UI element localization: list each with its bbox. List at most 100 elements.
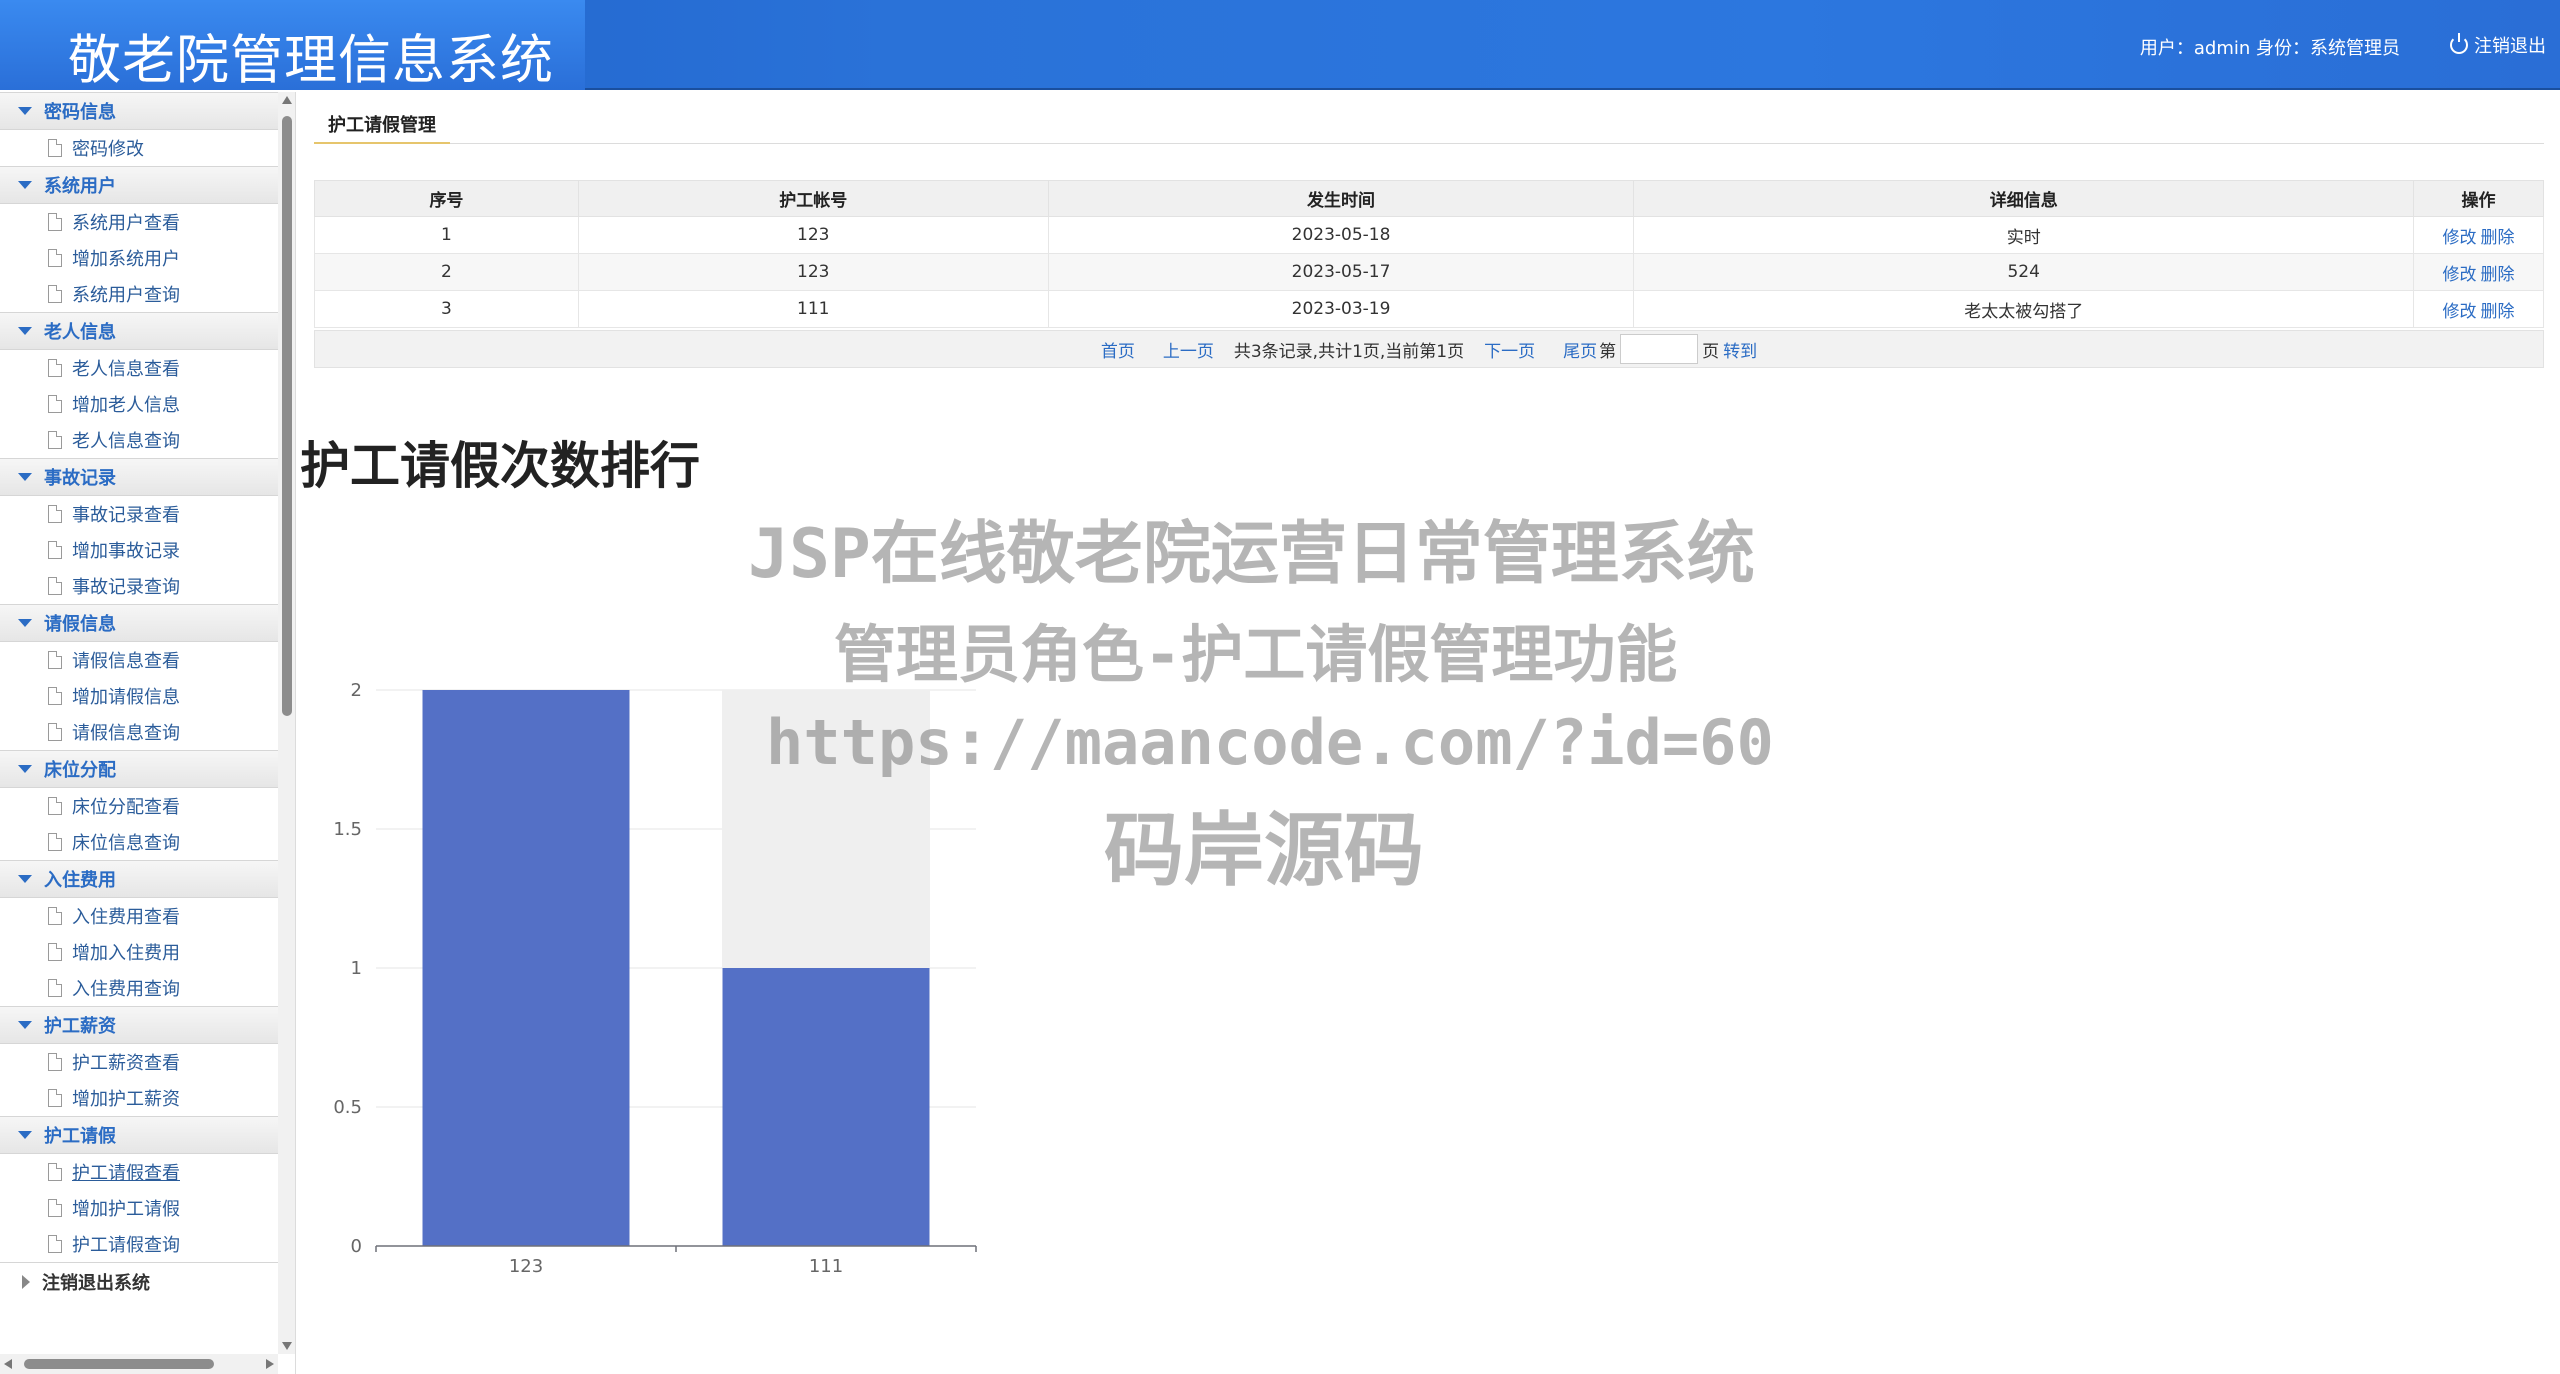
tab-nurse-leave-management[interactable]: 护工请假管理 — [314, 106, 450, 144]
sidebar-item[interactable]: 增加事故记录 — [0, 532, 278, 568]
sidebar-item-label: 老人信息查看 — [72, 359, 180, 380]
prev-page-link[interactable]: 上一页 — [1163, 337, 1214, 362]
scroll-up-arrow-icon[interactable] — [282, 96, 292, 104]
scrollbar-thumb[interactable] — [24, 1359, 214, 1369]
sidebar-item[interactable]: 入住费用查询 — [0, 970, 278, 1006]
sidebar-group-header[interactable]: 护工薪资 — [0, 1006, 278, 1044]
sidebar-group-header[interactable]: 事故记录 — [0, 458, 278, 496]
caret-down-icon — [18, 1021, 32, 1029]
sidebar-item[interactable]: 增加老人信息 — [0, 386, 278, 422]
sidebar-item[interactable]: 请假信息查看 — [0, 642, 278, 678]
sidebar-item[interactable]: 床位分配查看 — [0, 788, 278, 824]
sidebar-group-label: 入住费用 — [44, 870, 116, 891]
scroll-right-arrow-icon[interactable] — [266, 1359, 274, 1369]
sidebar-item[interactable]: 增加护工请假 — [0, 1190, 278, 1226]
document-icon — [48, 395, 62, 413]
table-row: 1 123 2023-05-18 实时 修改 删除 — [314, 216, 2544, 254]
sidebar-item-label: 增加请假信息 — [72, 687, 180, 708]
sidebar-item[interactable]: 增加入住费用 — [0, 934, 278, 970]
sidebar-item[interactable]: 增加护工薪资 — [0, 1080, 278, 1116]
first-page-link[interactable]: 首页 — [1101, 337, 1135, 362]
sidebar-item-label: 请假信息查看 — [72, 651, 180, 672]
document-icon — [48, 979, 62, 997]
watermark-line: https://maancode.com/?id=60 — [766, 706, 1774, 779]
page-prefix: 第 — [1599, 341, 1617, 362]
sidebar-group-header[interactable]: 请假信息 — [0, 604, 278, 642]
delete-link[interactable]: 删除 — [2481, 302, 2515, 322]
sidebar-item-label: 床位分配查看 — [72, 797, 180, 818]
edit-link[interactable]: 修改 — [2443, 302, 2477, 322]
sidebar-group-header[interactable]: 密码信息 — [0, 92, 278, 130]
chart-title: 护工请假次数排行 — [300, 437, 700, 495]
table-cell-account: 123 — [577, 253, 1049, 291]
goto-page-link[interactable]: 转到 — [1723, 337, 1757, 362]
page-info: 共3条记录,共计1页,当前第1页 — [1233, 341, 1465, 362]
edit-link[interactable]: 修改 — [2443, 228, 2477, 248]
document-icon — [48, 1089, 62, 1107]
sidebar-item[interactable]: 请假信息查询 — [0, 714, 278, 750]
document-icon — [48, 1235, 62, 1253]
scroll-left-arrow-icon[interactable] — [4, 1359, 12, 1369]
sidebar-item[interactable]: 事故记录查询 — [0, 568, 278, 604]
sidebar-group-label: 护工请假 — [44, 1126, 116, 1147]
sidebar-item-label: 老人信息查询 — [72, 431, 180, 452]
sidebar-item[interactable]: 老人信息查询 — [0, 422, 278, 458]
sidebar-item[interactable]: 系统用户查询 — [0, 276, 278, 312]
table-cell-date: 2023-03-19 — [1047, 290, 1635, 328]
column-header: 操作 — [2413, 180, 2544, 217]
page-number-input[interactable] — [1620, 334, 1699, 364]
column-header: 序号 — [314, 180, 579, 217]
last-page-link[interactable]: 尾页 — [1563, 337, 1597, 362]
table-row: 3 111 2023-03-19 老太太被勾搭了 修改 删除 — [314, 290, 2544, 328]
y-tick-label: 2 — [351, 680, 362, 701]
next-page-link[interactable]: 下一页 — [1484, 337, 1535, 362]
sidebar-item[interactable]: 床位信息查询 — [0, 824, 278, 860]
sidebar-group-header[interactable]: 系统用户 — [0, 166, 278, 204]
table-cell-detail: 实时 — [1633, 216, 2415, 254]
app-title: 敬老院管理信息系统 — [68, 30, 554, 91]
sidebar-item-label: 增加护工薪资 — [72, 1089, 180, 1110]
app-header: 敬老院管理信息系统 用户：admin 身份：系统管理员 注销退出 — [0, 0, 2560, 91]
sidebar-group-label: 密码信息 — [44, 102, 116, 123]
sidebar-item[interactable]: 增加请假信息 — [0, 678, 278, 714]
sidebar-item[interactable]: 密码修改 — [0, 130, 278, 166]
sidebar-group-header[interactable]: 入住费用 — [0, 860, 278, 898]
table-cell-no: 3 — [314, 290, 579, 328]
delete-link[interactable]: 删除 — [2481, 228, 2515, 248]
sidebar-item[interactable]: 护工薪资查看 — [0, 1044, 278, 1080]
watermark-line: 码岸源码 — [1104, 804, 1424, 897]
sidebar-group-header[interactable]: 床位分配 — [0, 750, 278, 788]
sidebar-item[interactable]: 护工请假查询 — [0, 1226, 278, 1262]
table-cell-account: 111 — [577, 290, 1049, 328]
sidebar-group-label: 老人信息 — [44, 322, 116, 343]
caret-right-icon — [22, 1274, 30, 1289]
sidebar-menu: 密码信息密码修改 系统用户 系统用户查看 增加系统用户 系统用户查询老人信息老人信息查看… — [0, 92, 278, 1300]
sidebar-item[interactable]: 事故记录查看 — [0, 496, 278, 532]
sidebar-item[interactable]: 增加系统用户 — [0, 240, 278, 276]
column-header: 详细信息 — [1633, 180, 2415, 217]
sidebar-group-header[interactable]: 护工请假 — [0, 1116, 278, 1154]
sidebar-vertical-scrollbar[interactable] — [278, 92, 295, 1354]
sidebar-item[interactable]: 老人信息查看 — [0, 350, 278, 386]
logout-button[interactable]: 注销退出 — [2450, 32, 2546, 58]
sidebar-exit-system[interactable]: 注销退出系统 — [0, 1262, 278, 1300]
scroll-down-arrow-icon[interactable] — [282, 1342, 292, 1350]
delete-link[interactable]: 删除 — [2481, 265, 2515, 285]
sidebar-group-header[interactable]: 老人信息 — [0, 312, 278, 350]
sidebar-item-label: 事故记录查询 — [72, 577, 180, 598]
scrollbar-thumb[interactable] — [282, 116, 292, 716]
sidebar-item-label: 入住费用查看 — [72, 907, 180, 928]
sidebar-item[interactable]: 系统用户查看 — [0, 204, 278, 240]
chart-bar — [722, 968, 930, 1246]
table-cell-actions: 修改 删除 — [2413, 216, 2544, 254]
sidebar-horizontal-scrollbar[interactable] — [0, 1354, 278, 1374]
edit-link[interactable]: 修改 — [2443, 265, 2477, 285]
document-icon — [48, 907, 62, 925]
table-cell-detail: 524 — [1633, 253, 2415, 291]
table-cell-no: 1 — [314, 216, 579, 254]
table-cell-no: 2 — [314, 253, 579, 291]
sidebar-item[interactable]: 护工请假查看 — [0, 1154, 278, 1190]
caret-down-icon — [18, 765, 32, 773]
table-cell-actions: 修改 删除 — [2413, 290, 2544, 328]
sidebar-item[interactable]: 入住费用查看 — [0, 898, 278, 934]
